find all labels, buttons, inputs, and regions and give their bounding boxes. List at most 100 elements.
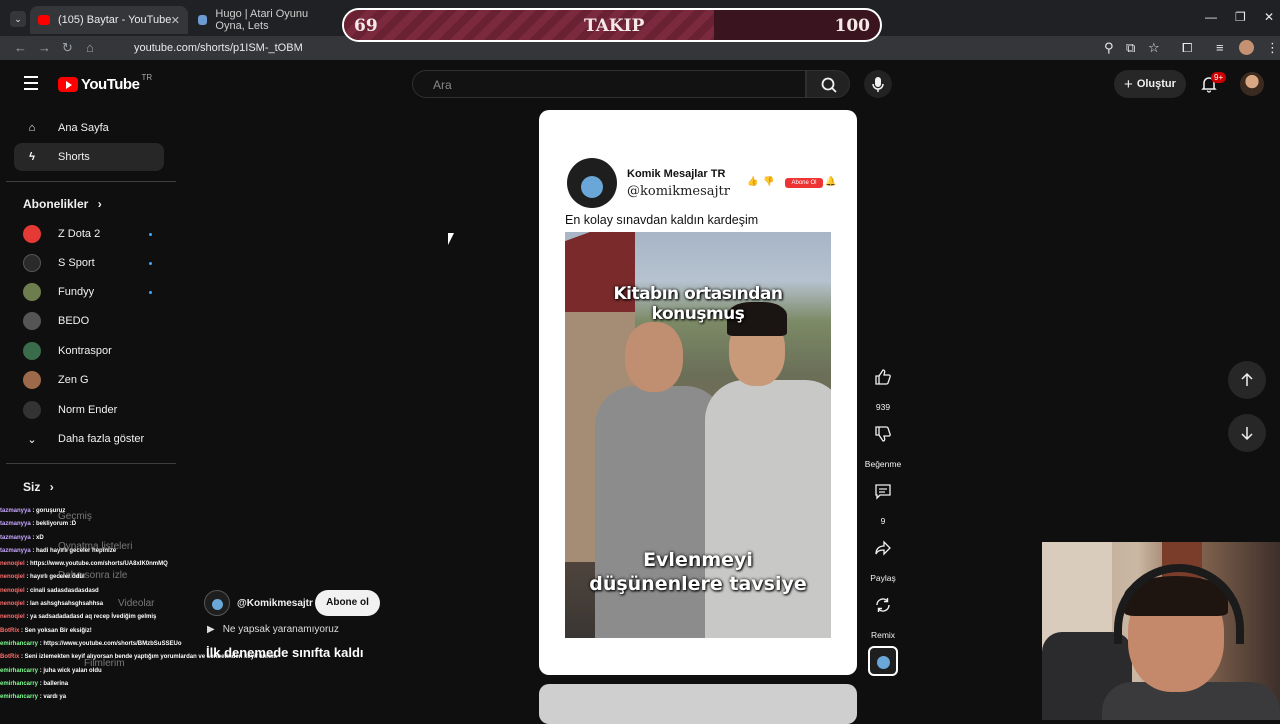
chat-username: nenoqiel	[0, 587, 25, 594]
profile-avatar[interactable]	[1239, 40, 1254, 55]
comment-icon	[875, 484, 891, 500]
browser-tab-hugo[interactable]: Hugo | Atari Oyunu Oyna, Lets	[190, 6, 340, 34]
search-button[interactable]	[806, 70, 850, 98]
chat-text: : hadi hayırlı geceler hepinize	[30, 547, 117, 554]
you-heading[interactable]: Siz ›	[23, 480, 54, 494]
chat-username: emirhancarry	[0, 680, 39, 687]
sidebar-item-subscription[interactable]: Fundyy	[14, 278, 164, 306]
post-avatar	[567, 158, 617, 208]
extensions-icon[interactable]: ⧠	[1182, 40, 1192, 56]
tab-list-button[interactable]: ⌄	[10, 11, 26, 27]
install-icon[interactable]: ⧉	[1126, 40, 1135, 56]
follower-goal-current: 69	[354, 16, 378, 36]
chat-username: tazmanyya	[0, 521, 31, 528]
follower-goal-label: TAKIP	[584, 16, 645, 36]
chat-text: : bekliyorum :D	[30, 521, 77, 528]
share-label: Paylaş	[870, 573, 896, 583]
voice-search-button[interactable]	[864, 70, 892, 98]
sidebar-item-label: Shorts	[58, 151, 90, 163]
stream-chat-overlay: tazmanyya : goruşuruz tazmanyya : bekliyo…	[0, 505, 280, 720]
back-icon[interactable]: ←	[14, 40, 27, 55]
chevron-down-icon: ⌄	[27, 433, 37, 446]
sidebar-item-label: Daha fazla göster	[58, 433, 145, 445]
chat-text: : https://www.youtube.com/shorts/UA8xIK0…	[24, 561, 168, 568]
create-button[interactable]: + Oluştur	[1114, 70, 1186, 98]
subscribe-button[interactable]: Abone ol	[315, 590, 380, 616]
dislike-mini-icon: 👎	[763, 176, 775, 186]
plus-icon: +	[1124, 75, 1133, 93]
hugo-favicon-icon	[198, 15, 208, 25]
minimize-icon[interactable]: —	[1205, 10, 1217, 24]
chat-username: emirhancarry	[0, 667, 39, 674]
comment-action[interactable]: 9	[862, 472, 904, 526]
previous-short-button[interactable]	[1228, 361, 1266, 399]
sidebar-item-show-more[interactable]: ⌄ Daha fazla göster	[14, 425, 164, 453]
bookmark-star-icon[interactable]: ☆	[1148, 40, 1160, 56]
channel-thumbnail[interactable]	[868, 646, 898, 676]
dislike-button[interactable]	[864, 415, 902, 453]
arrow-down-icon	[1241, 427, 1253, 441]
chat-text: : ya sadsadadadasd aq recep İvediğim gel…	[24, 614, 157, 621]
forward-icon[interactable]: →	[38, 40, 51, 55]
url-text: youtube.com/shorts/p1ISM-_tOBM	[134, 42, 303, 54]
sidebar-item-subscription[interactable]: BEDO	[14, 307, 164, 335]
reload-icon[interactable]: ↻	[62, 40, 73, 56]
close-tab-icon[interactable]: ✕	[171, 14, 180, 27]
sidebar-divider	[6, 463, 176, 464]
chat-username: BotRix	[0, 654, 20, 661]
dislike-action[interactable]: Beğenme	[862, 415, 904, 469]
arrow-up-icon	[1241, 372, 1253, 386]
channel-avatar	[23, 401, 41, 419]
search-placeholder: Ara	[433, 78, 452, 92]
menu-icon[interactable]	[24, 76, 38, 94]
video-caption-top: Kitabın ortasından konuşmuş	[613, 284, 783, 324]
chat-message: nenoqiel : ya sadsadadadasd aq recep İve…	[0, 611, 280, 624]
sidebar-item-home[interactable]: ⌂ Ana Sayfa	[14, 114, 164, 142]
chat-text: : goruşuruz	[30, 508, 66, 514]
share-button[interactable]	[864, 529, 902, 567]
chat-text: : Sen yoksan Bir eksiğiz!	[19, 627, 92, 634]
maximize-icon[interactable]: ❐	[1235, 10, 1246, 24]
post-subscribe-badge: Abone Ol	[785, 178, 823, 188]
sidebar-item-subscription[interactable]: Norm Ender	[14, 396, 164, 424]
comment-count: 9	[880, 516, 886, 526]
channel-avatar	[23, 371, 41, 389]
short-video-card[interactable]: Komik Mesajlar TR @komikmesajtr 👍 👎 Abon…	[539, 110, 857, 675]
chat-username: nenoqiel	[0, 574, 25, 581]
reading-list-icon[interactable]: ≡	[1216, 40, 1224, 55]
home-nav-icon[interactable]: ⌂	[86, 40, 94, 55]
search-input[interactable]: Ara	[412, 70, 806, 98]
chat-message: BotRix : Seni izlemekten keyif alıyorsan…	[0, 651, 280, 664]
comment-button[interactable]	[864, 472, 902, 510]
new-content-dot	[149, 290, 152, 294]
share-icon	[875, 540, 891, 556]
like-action[interactable]: 939	[862, 358, 904, 412]
logo-text: YouTube	[81, 76, 140, 93]
browser-menu-icon[interactable]: ⋮	[1266, 40, 1279, 56]
browser-tab-youtube[interactable]: (105) Baytar - YouTube ✕	[30, 6, 188, 34]
like-button[interactable]	[864, 358, 902, 396]
next-short-button[interactable]	[1228, 414, 1266, 452]
remix-button[interactable]	[864, 586, 902, 624]
remix-action[interactable]: Remix	[862, 586, 904, 640]
sidebar-item-label: Zen G	[58, 374, 89, 386]
sidebar-item-subscription[interactable]: S Sport	[14, 249, 164, 277]
account-avatar[interactable]	[1240, 72, 1264, 96]
chat-username: emirhancarry	[0, 694, 39, 701]
sidebar-item-shorts[interactable]: ϟ Shorts	[14, 143, 164, 171]
video-caption-bottom: Evlenmeyi düşünenlere tavsiye	[565, 548, 831, 596]
close-window-icon[interactable]: ✕	[1264, 10, 1274, 24]
chat-message: tazmanyya : xD	[0, 532, 280, 545]
sidebar-item-subscription[interactable]: Z Dota 2	[14, 220, 164, 248]
chat-message: emirhancarry : vardı ya	[0, 691, 280, 704]
sidebar-item-subscription[interactable]: Zen G	[14, 366, 164, 394]
chat-text: : lan ashsghsahsghsahhsa	[24, 601, 104, 608]
youtube-logo[interactable]: YouTube TR	[58, 73, 152, 93]
subscriptions-heading[interactable]: Abonelikler ›	[23, 197, 102, 211]
sidebar-item-subscription[interactable]: Kontraspor	[14, 337, 164, 365]
thumbs-down-icon	[875, 426, 891, 442]
share-action[interactable]: Paylaş	[862, 529, 904, 583]
zoom-icon[interactable]: ⚲	[1104, 40, 1114, 56]
next-short-preview[interactable]	[539, 684, 857, 724]
chat-username: BotRix	[0, 627, 20, 634]
